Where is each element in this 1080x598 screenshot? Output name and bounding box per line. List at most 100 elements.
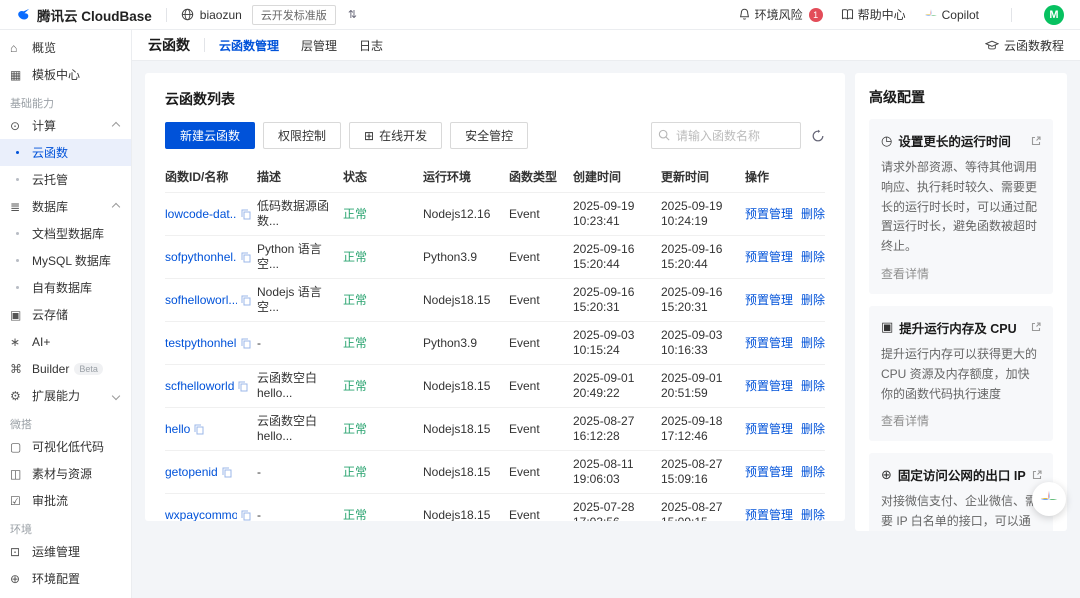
external-link-icon[interactable] <box>1031 322 1041 332</box>
copy-icon[interactable] <box>222 467 232 478</box>
tutorial-label: 云函数教程 <box>1004 37 1064 54</box>
sidebar-item[interactable]: Builder Beta <box>0 355 131 382</box>
chevron-icon[interactable] <box>112 391 120 399</box>
sidebar-item[interactable]: 云托管 <box>0 166 131 193</box>
preset-manage-link[interactable]: 预置管理 <box>745 508 793 522</box>
tab[interactable]: 层管理 <box>301 37 337 54</box>
delete-link[interactable]: 删除 <box>801 379 825 394</box>
external-link-icon[interactable] <box>1031 136 1041 146</box>
copy-icon[interactable] <box>241 252 251 263</box>
account-name: biaozun <box>200 8 242 22</box>
sidebar-item[interactable]: 自有数据库 <box>0 274 131 301</box>
function-desc: 云函数空白 hello... <box>257 371 343 401</box>
function-name-link[interactable]: sofpythonhel... <box>165 250 237 265</box>
sidebar-item[interactable]: 文档型数据库 <box>0 220 131 247</box>
logo-text: 腾讯云 CloudBase <box>37 5 152 25</box>
tab[interactable]: 日志 <box>359 37 383 54</box>
chevron-icon[interactable] <box>112 202 120 210</box>
copilot-button[interactable]: Copilot <box>924 8 979 22</box>
function-name-link[interactable]: testpythonhello <box>165 336 237 351</box>
function-status: 正常 <box>343 422 423 437</box>
function-name-link[interactable]: lowcode-dat... <box>165 207 237 222</box>
sidebar-item-marker <box>10 178 32 181</box>
copilot-label: Copilot <box>942 8 979 22</box>
table-row: wxpaycommon - 正常 Nodejs18.15 Event 2025-… <box>165 493 825 521</box>
preset-manage-link[interactable]: 预置管理 <box>745 250 793 265</box>
delete-link[interactable]: 删除 <box>801 293 825 308</box>
plan-tag[interactable]: 云开发标准版 <box>252 5 336 25</box>
sidebar-item[interactable]: 审批流 <box>0 487 131 514</box>
preset-manage-link[interactable]: 预置管理 <box>745 465 793 480</box>
created-time: 2025-09-01 20:49:22 <box>573 371 661 401</box>
sidebar-item[interactable]: AI+ <box>0 328 131 355</box>
function-name-link[interactable]: hello <box>165 422 190 437</box>
envcfg-icon <box>10 572 32 586</box>
delete-link[interactable]: 删除 <box>801 207 825 222</box>
cloudbase-logo[interactable]: 腾讯云 CloudBase <box>16 5 152 25</box>
sidebar-item[interactable]: MySQL 数据库 <box>0 247 131 274</box>
preset-manage-link[interactable]: 预置管理 <box>745 379 793 394</box>
tab[interactable]: 云函数管理 <box>219 37 279 54</box>
sidebar-item[interactable]: 概览 <box>0 34 131 61</box>
toolbar-button[interactable]: 安全管控 <box>450 122 528 149</box>
function-runtime: Python3.9 <box>423 336 509 351</box>
function-runtime: Nodejs18.15 <box>423 379 509 394</box>
help-center-label: 帮助中心 <box>858 6 906 23</box>
sidebar-item[interactable]: 数据库 <box>0 193 131 220</box>
delete-link[interactable]: 删除 <box>801 508 825 522</box>
sidebar-item[interactable]: 微搭 <box>0 409 131 433</box>
sidebar-item[interactable]: 扩展能力 <box>0 382 131 409</box>
environment-selector[interactable]: biaozun 云开发标准版 ⇅ <box>181 5 357 25</box>
function-desc: 云函数空白 hello... <box>257 414 343 444</box>
delete-link[interactable]: 删除 <box>801 422 825 437</box>
sidebar-item[interactable]: 可视化低代码 <box>0 433 131 460</box>
function-type: Event <box>509 465 573 480</box>
view-details-link[interactable]: 查看详情 <box>881 412 929 429</box>
function-name-link[interactable]: sofhelloworl... <box>165 293 237 308</box>
function-name-link[interactable]: scfhelloworld <box>165 379 234 394</box>
user-avatar[interactable]: M <box>1044 5 1064 25</box>
toolbar-button[interactable]: 权限控制 <box>263 122 341 149</box>
delete-link[interactable]: 删除 <box>801 250 825 265</box>
delete-link[interactable]: 删除 <box>801 465 825 480</box>
search-input[interactable] <box>651 122 801 149</box>
tutorial-link[interactable]: 云函数教程 <box>985 37 1064 54</box>
help-center-button[interactable]: 帮助中心 <box>841 6 906 23</box>
sidebar-item-label: 环境 <box>10 521 32 537</box>
sidebar-item[interactable]: 运维管理 <box>0 538 131 565</box>
switch-env-icon[interactable]: ⇅ <box>348 8 357 21</box>
sidebar-item[interactable]: 套餐用量 <box>0 592 131 598</box>
sidebar-item[interactable]: 模板中心 <box>0 61 131 88</box>
sidebar-item[interactable]: 环境配置 <box>0 565 131 592</box>
delete-link[interactable]: 删除 <box>801 336 825 351</box>
globe-icon <box>181 8 194 21</box>
sidebar-item[interactable]: 计算 <box>0 112 131 139</box>
preset-manage-link[interactable]: 预置管理 <box>745 336 793 351</box>
create-function-button[interactable]: 新建云函数 <box>165 122 255 149</box>
function-name-link[interactable]: wxpaycommon <box>165 508 237 522</box>
toolbar-button[interactable]: 在线开发 <box>349 122 442 149</box>
env-risk-button[interactable]: 环境风险 1 <box>738 6 823 23</box>
sidebar-item[interactable]: 云存储 <box>0 301 131 328</box>
preset-manage-link[interactable]: 预置管理 <box>745 293 793 308</box>
copy-icon[interactable] <box>241 209 251 220</box>
sidebar-item[interactable]: 基础能力 <box>0 88 131 112</box>
public-ip-icon <box>881 467 892 483</box>
copy-icon[interactable] <box>241 295 251 306</box>
sidebar-item[interactable]: 素材与资源 <box>0 460 131 487</box>
preset-manage-link[interactable]: 预置管理 <box>745 207 793 222</box>
function-status: 正常 <box>343 336 423 351</box>
copy-icon[interactable] <box>194 424 204 435</box>
function-name-link[interactable]: getopenid <box>165 465 218 480</box>
sidebar-item[interactable]: 环境 <box>0 514 131 538</box>
view-details-link[interactable]: 查看详情 <box>881 265 929 282</box>
chevron-icon[interactable] <box>112 121 120 129</box>
preset-manage-link[interactable]: 预置管理 <box>745 422 793 437</box>
sidebar-item[interactable]: 云函数 <box>0 139 131 166</box>
copy-icon[interactable] <box>241 510 251 521</box>
copy-icon[interactable] <box>238 381 248 392</box>
copy-icon[interactable] <box>241 338 251 349</box>
refresh-button[interactable] <box>811 129 825 143</box>
external-link-icon[interactable] <box>1032 470 1042 480</box>
copilot-fab-button[interactable] <box>1032 482 1066 516</box>
